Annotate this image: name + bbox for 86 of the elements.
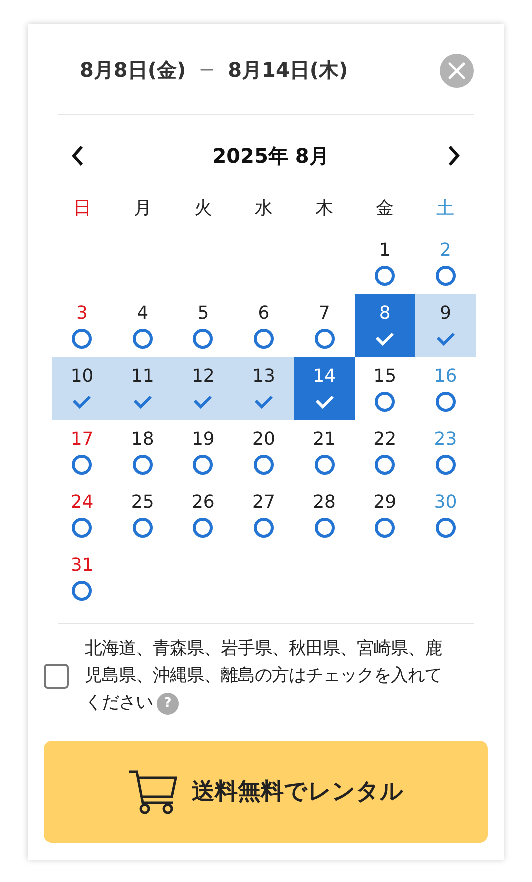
available-circle-icon[interactable] xyxy=(132,517,154,539)
in-range-cell[interactable]: 11 xyxy=(112,357,174,420)
range-endpoint-cell[interactable]: 8 xyxy=(354,294,416,357)
day-number: 23 xyxy=(434,428,458,452)
cart-icon xyxy=(128,769,178,815)
available-circle-icon[interactable] xyxy=(434,391,457,413)
close-icon xyxy=(448,62,466,80)
check-icon xyxy=(375,331,396,347)
available-circle-icon[interactable] xyxy=(374,391,396,413)
available-circle-icon[interactable] xyxy=(374,265,396,287)
day-number: 6 xyxy=(258,302,270,326)
available-circle-icon[interactable] xyxy=(374,517,396,539)
weekday-label: 土 xyxy=(436,197,455,221)
available-circle-icon[interactable] xyxy=(252,454,275,476)
available-circle-icon[interactable] xyxy=(71,328,94,350)
day-number: 29 xyxy=(374,491,397,515)
month-label: 2025年 8月 xyxy=(212,142,330,170)
day-number: 9 xyxy=(440,302,452,326)
available-circle-icon[interactable] xyxy=(71,517,94,539)
day-number: 22 xyxy=(374,428,397,452)
available-circle-icon[interactable] xyxy=(192,517,214,539)
weekday-label: 火 xyxy=(194,197,212,221)
available-circle-icon[interactable] xyxy=(434,454,457,476)
day-number: 30 xyxy=(434,491,458,515)
day-number: 11 xyxy=(131,365,154,389)
available-circle-icon[interactable] xyxy=(434,265,457,287)
weekday-label: 金 xyxy=(376,197,394,221)
day-number: 5 xyxy=(198,302,210,326)
day-number: 26 xyxy=(192,491,215,515)
available-circle-icon[interactable] xyxy=(314,328,336,350)
day-number: 21 xyxy=(313,428,336,452)
check-icon xyxy=(72,394,92,410)
day-number: 24 xyxy=(70,491,94,515)
available-circle-icon[interactable] xyxy=(434,517,457,539)
day-number: 1 xyxy=(379,239,391,263)
day-number: 31 xyxy=(70,554,94,578)
day-number: 27 xyxy=(252,491,276,515)
checkbox-label: ください xyxy=(85,692,153,715)
available-circle-icon[interactable] xyxy=(314,517,336,539)
available-circle-icon[interactable] xyxy=(252,517,275,539)
checkbox[interactable] xyxy=(44,664,69,689)
check-icon xyxy=(436,331,456,347)
day-number: 10 xyxy=(70,365,94,389)
date-separator: — xyxy=(200,60,214,80)
day-number: 18 xyxy=(131,428,154,452)
day-number: 13 xyxy=(252,365,276,389)
available-circle-icon[interactable] xyxy=(132,328,154,350)
day-number: 20 xyxy=(252,428,276,452)
day-number: 17 xyxy=(70,428,94,452)
day-number: 4 xyxy=(137,302,149,326)
weekday-label: 水 xyxy=(254,197,273,221)
day-number: 16 xyxy=(434,365,458,389)
weekday-label: 月 xyxy=(134,197,152,221)
day-number: 3 xyxy=(76,302,88,326)
day-number: 12 xyxy=(192,365,215,389)
day-number: 15 xyxy=(374,365,397,389)
end-date: 8月14日(木) xyxy=(228,57,348,84)
check-icon xyxy=(314,394,335,410)
check-icon xyxy=(254,394,274,410)
start-date: 8月8日(金) xyxy=(80,57,186,84)
weekday-label: 日 xyxy=(73,197,92,221)
day-number: 8 xyxy=(379,302,391,326)
weekday-label: 木 xyxy=(316,197,334,221)
day-number: 19 xyxy=(192,428,215,452)
in-range-cell[interactable]: 13 xyxy=(234,357,294,420)
in-range-cell[interactable]: 10 xyxy=(52,357,113,420)
in-range-cell[interactable]: 9 xyxy=(415,294,476,357)
available-circle-icon[interactable] xyxy=(192,328,214,350)
available-circle-icon[interactable] xyxy=(252,328,275,350)
day-number: 25 xyxy=(131,491,154,515)
check-icon xyxy=(193,394,214,410)
available-circle-icon[interactable] xyxy=(132,454,154,476)
day-number: 14 xyxy=(313,365,336,389)
rent-button[interactable]: 送料無料でレンタル xyxy=(44,741,488,843)
range-endpoint-cell[interactable]: 14 xyxy=(294,357,355,420)
available-circle-icon[interactable] xyxy=(192,454,214,476)
in-range-cell[interactable]: 12 xyxy=(173,357,234,420)
check-icon xyxy=(132,394,153,410)
checkbox-label: 北海道、青森県、岩手県、秋田県、宮崎県、鹿児島県、沖縄県、離島の方はチェックを入れて xyxy=(85,638,443,688)
day-number: 2 xyxy=(440,239,452,263)
available-circle-icon[interactable] xyxy=(314,454,336,476)
available-circle-icon[interactable] xyxy=(374,454,396,476)
day-number: 28 xyxy=(313,491,336,515)
available-circle-icon[interactable] xyxy=(71,454,94,476)
available-circle-icon[interactable] xyxy=(71,580,94,602)
day-number: 7 xyxy=(318,302,330,326)
